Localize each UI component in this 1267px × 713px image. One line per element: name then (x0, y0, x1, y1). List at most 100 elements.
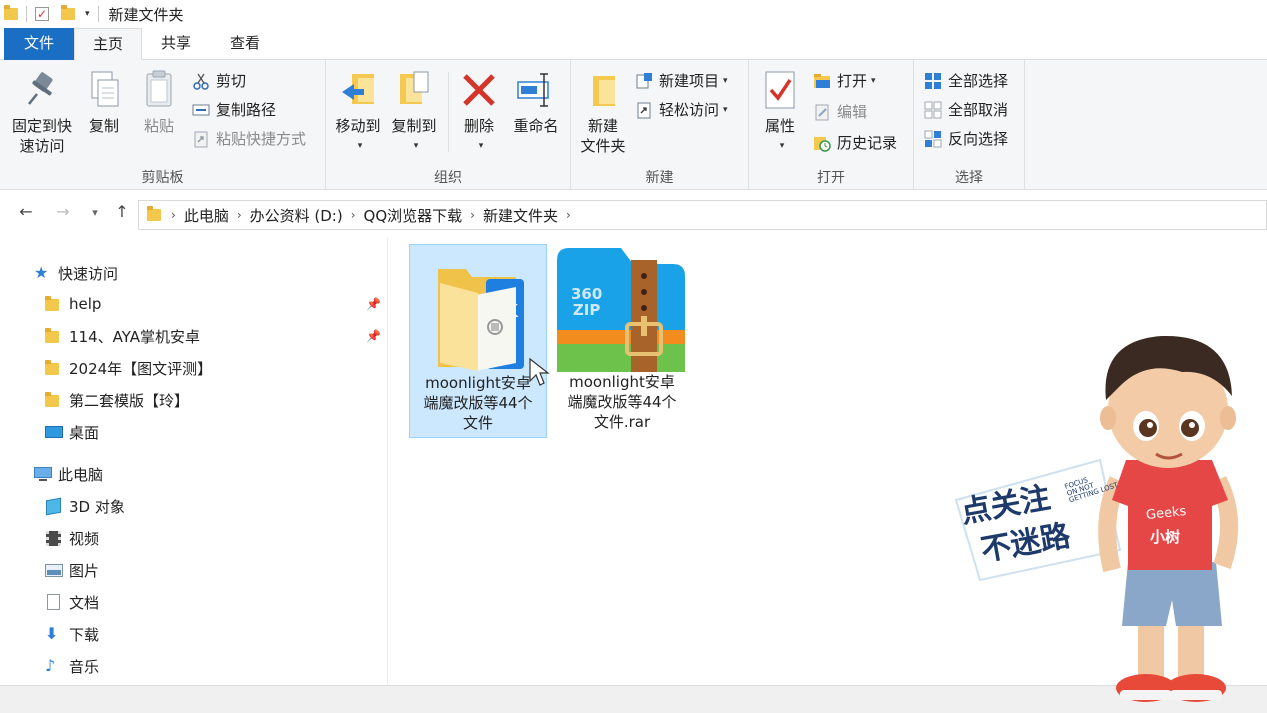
breadcrumb-this-pc[interactable]: 此电脑 (184, 205, 229, 226)
copy-button[interactable]: 复制 (82, 68, 126, 136)
pin-icon: 📌 (366, 297, 381, 311)
breadcrumb-separator-icon[interactable]: › (470, 208, 475, 222)
copy-to-button[interactable]: 复制到 ▾ (386, 68, 442, 156)
nav-this-pc[interactable]: 此电脑 (0, 459, 388, 489)
back-arrow-icon[interactable]: ← (15, 202, 37, 221)
move-to-chevron-down-icon: ▾ (357, 141, 363, 151)
address-bar[interactable]: › 此电脑 › 办公资料 (D:) › QQ浏览器下载 › 新建文件夹 › (138, 200, 1267, 230)
copy-path-label: 复制路径 (216, 101, 277, 119)
select-group: 全部选择 全部取消 反向选择 选择 (914, 60, 1025, 190)
nav-item-2024[interactable]: 2024年【图文评测】 (0, 353, 388, 383)
select-none-icon (924, 101, 942, 119)
nav-item-desktop[interactable]: 桌面 (0, 417, 388, 447)
select-none-button[interactable]: 全部取消 (924, 97, 1008, 123)
properties-button[interactable]: 属性 ▾ (757, 68, 803, 156)
pin-label-line2: 速访问 (19, 137, 65, 155)
new-item-label: 新建项目 (659, 72, 720, 90)
cut-button[interactable]: 剪切 (192, 68, 246, 94)
pin-label-line1: 固定到快 (11, 117, 72, 135)
clipboard-icon (139, 68, 179, 112)
new-folder-button[interactable]: 新建 文件夹 (575, 68, 631, 156)
video-film-icon (45, 530, 63, 546)
tab-share[interactable]: 共享 (145, 28, 207, 60)
new-folder-quick-icon[interactable] (61, 5, 75, 20)
properties-check-icon[interactable]: ✓ (35, 7, 49, 21)
breadcrumb-separator-icon[interactable]: › (237, 208, 242, 222)
recent-locations-chevron-down-icon[interactable]: ▾ (84, 206, 106, 219)
nav-item-label: 3D 对象 (69, 497, 125, 516)
nav-item-label: 视频 (69, 529, 100, 548)
copy-to-label: 复制到 (391, 117, 437, 135)
invert-selection-button[interactable]: 反向选择 (924, 126, 1008, 152)
toolbar-divider (26, 6, 27, 22)
breadcrumb-separator-icon[interactable]: › (171, 208, 176, 222)
select-all-icon (924, 72, 942, 90)
tab-view[interactable]: 查看 (212, 28, 278, 60)
tab-home[interactable]: 主页 (74, 28, 142, 61)
new-group: 新建 文件夹 新建项目 ▾ 轻松访问 ▾ 新建 (571, 60, 749, 190)
nav-item-music[interactable]: ♪ 音乐 (0, 651, 388, 681)
nav-item-label: 音乐 (69, 657, 100, 676)
new-folder-label-line2: 文件夹 (580, 137, 626, 155)
folder-with-app-icon: K (438, 269, 524, 371)
file-item-folder[interactable]: K moonlight安卓 端魔改版等44个 文件 (409, 244, 550, 438)
nav-item-label: 114、AYA掌机安卓 (69, 327, 200, 346)
move-to-button[interactable]: 移动到 ▾ (330, 68, 386, 156)
document-icon (45, 594, 63, 610)
new-item-icon (635, 72, 653, 90)
breadcrumb-new-folder[interactable]: 新建文件夹 (483, 205, 558, 226)
forward-arrow-icon[interactable]: → (52, 202, 74, 221)
paste-shortcut-label: 粘贴快捷方式 (216, 130, 307, 148)
pin-quick-access-button[interactable]: 固定到快 速访问 (8, 68, 76, 156)
customize-toolbar-chevron-down-icon[interactable]: ▾ (85, 9, 90, 19)
new-item-button[interactable]: 新建项目 ▾ (635, 68, 728, 94)
select-all-button[interactable]: 全部选择 (924, 68, 1008, 94)
folder-icon (45, 328, 63, 344)
paste-shortcut-button[interactable]: 粘贴快捷方式 (192, 126, 306, 152)
nav-item-pictures[interactable]: 图片 (0, 555, 388, 585)
nav-quick-access[interactable]: ★ 快速访问 (0, 258, 388, 288)
breadcrumb-drive-d[interactable]: 办公资料 (D:) (250, 205, 343, 226)
nav-item-aya[interactable]: 114、AYA掌机安卓 📌 (0, 321, 388, 351)
ribbon-tabs: 文件 主页 共享 查看 (0, 28, 1267, 61)
tab-file[interactable]: 文件 (4, 28, 74, 60)
select-none-label: 全部取消 (948, 101, 1009, 119)
nav-item-label: 下载 (69, 625, 100, 644)
nav-item-videos[interactable]: 视频 (0, 523, 388, 553)
history-button[interactable]: 历史记录 (813, 130, 897, 156)
breadcrumb-qq-downloads[interactable]: QQ浏览器下载 (364, 205, 463, 226)
star-icon: ★ (34, 263, 49, 282)
copy-path-button[interactable]: 复制路径 (192, 97, 276, 123)
nav-item-help[interactable]: help 📌 (0, 289, 388, 319)
properties-icon (760, 68, 800, 112)
delete-x-icon (459, 68, 499, 112)
nav-item-documents[interactable]: 文档 (0, 587, 388, 617)
easy-access-button[interactable]: 轻松访问 ▾ (635, 97, 728, 123)
open-group-label: 打开 (817, 170, 845, 186)
nav-item-template[interactable]: 第二套模版【玲】 (0, 385, 388, 415)
delete-label: 删除 (463, 117, 494, 135)
organize-divider (448, 72, 449, 152)
nav-item-3d-objects[interactable]: 3D 对象 (0, 491, 388, 521)
nav-item-downloads[interactable]: ⬇ 下载 (0, 619, 388, 649)
edit-label: 编辑 (837, 103, 868, 121)
history-icon (813, 134, 831, 152)
rename-button[interactable]: 重命名 (506, 68, 566, 136)
file-item-rar[interactable]: 360 ZIP moonlight安卓 端魔改版等44个 文件.rar (553, 244, 691, 438)
open-chevron-down-icon: ▾ (871, 76, 876, 86)
edit-button[interactable]: 编辑 (813, 99, 867, 125)
clipboard-group-label: 剪贴板 (141, 170, 184, 186)
open-group: 属性 ▾ 打开 ▾ 编辑 历史记录 打开 (749, 60, 914, 190)
breadcrumb-separator-icon[interactable]: › (351, 208, 356, 222)
zip-badge-text: 360 ZIP (571, 285, 603, 319)
open-button[interactable]: 打开 ▾ (813, 68, 876, 94)
file-name: moonlight安卓 端魔改版等44个 文件.rar (567, 373, 677, 431)
up-arrow-icon[interactable]: ↑ (111, 202, 133, 221)
move-to-icon (338, 68, 378, 112)
paste-button[interactable]: 粘贴 (136, 68, 182, 136)
shirt-text-cn: 小树 (1150, 528, 1181, 546)
delete-button[interactable]: 删除 ▾ (456, 68, 502, 156)
toolbar-divider (97, 6, 99, 22)
folder-icon (45, 296, 63, 312)
breadcrumb-separator-icon[interactable]: › (566, 208, 571, 222)
